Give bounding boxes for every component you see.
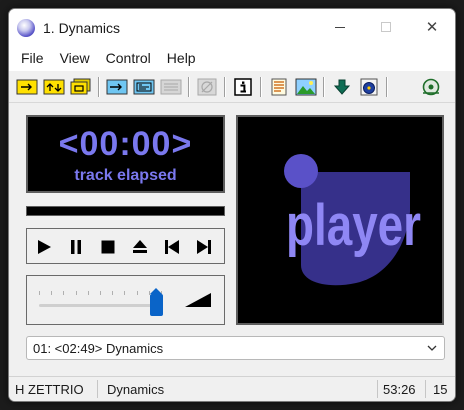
volume-tick: [39, 291, 40, 295]
track-select-value: 01: <02:49> Dynamics: [33, 341, 164, 356]
transport-controls: [26, 228, 225, 264]
picture-icon: [295, 78, 317, 96]
status-divider: [425, 380, 426, 398]
toolbar-separator: [98, 77, 100, 97]
volume-panel: [26, 275, 225, 325]
toolbar: [9, 71, 455, 103]
visualization-button[interactable]: [195, 76, 219, 98]
toolbar-separator: [323, 77, 325, 97]
pause-icon: [71, 240, 81, 254]
cd-player-button[interactable]: [357, 76, 381, 98]
main-window: 1. Dynamics ✕ File View Control Help <00…: [8, 8, 456, 402]
open-folder-button[interactable]: [42, 76, 66, 98]
toolbar-separator: [188, 77, 190, 97]
album-art: player: [236, 115, 444, 325]
menu-view[interactable]: View: [52, 50, 98, 66]
menu-help[interactable]: Help: [159, 50, 204, 66]
volume-slider-thumb[interactable]: [150, 288, 163, 316]
close-button[interactable]: ✕: [409, 9, 455, 45]
volume-tick: [88, 291, 89, 295]
open-file-button[interactable]: [15, 76, 39, 98]
window-title: 1. Dynamics: [43, 20, 121, 36]
info-button[interactable]: [231, 76, 255, 98]
open-playlist-icon: [70, 78, 91, 95]
menu-file[interactable]: File: [13, 50, 52, 66]
status-track-count: 15: [433, 382, 448, 397]
maximize-button[interactable]: [363, 9, 409, 45]
status-divider: [377, 380, 378, 398]
status-title: Dynamics: [107, 382, 165, 397]
mini-mode-icon: [106, 79, 128, 95]
volume-slider-track[interactable]: [39, 304, 161, 307]
volume-tick: [51, 291, 52, 295]
status-bar: H ZETTRIO Dynamics 53:26 15: [9, 376, 455, 401]
mini-mode-button[interactable]: [105, 76, 129, 98]
volume-tick: [124, 291, 125, 295]
open-folder-icon: [43, 79, 65, 95]
volume-tick: [137, 291, 138, 295]
open-playlist-button[interactable]: [69, 76, 93, 98]
stop-icon: [101, 240, 115, 254]
menu-control[interactable]: Control: [98, 50, 159, 66]
play-icon: [38, 240, 51, 254]
normal-mode-icon: [133, 79, 155, 95]
title-bar[interactable]: 1. Dynamics ✕: [9, 9, 455, 45]
settings-disc-icon: [422, 78, 440, 96]
visualization-icon: [197, 78, 217, 96]
picture-button[interactable]: [294, 76, 318, 98]
stop-button[interactable]: [97, 236, 119, 258]
volume-level-icon: [185, 293, 211, 307]
minimize-button[interactable]: [317, 9, 363, 45]
volume-tick: [100, 291, 101, 295]
download-icon: [333, 79, 351, 95]
playlist-button[interactable]: [267, 76, 291, 98]
download-button[interactable]: [330, 76, 354, 98]
full-mode-icon: [160, 79, 182, 95]
chevron-down-icon: [427, 345, 437, 351]
eject-button[interactable]: [129, 236, 151, 258]
normal-mode-button[interactable]: [132, 76, 156, 98]
volume-tick: [76, 291, 77, 295]
previous-track-icon: [165, 240, 179, 254]
app-icon: [17, 19, 35, 37]
playlist-icon: [271, 78, 287, 96]
previous-track-button[interactable]: [161, 236, 183, 258]
info-icon: [234, 78, 252, 96]
next-track-icon: [197, 240, 211, 254]
track-select[interactable]: 01: <02:49> Dynamics: [26, 336, 445, 360]
next-track-button[interactable]: [193, 236, 215, 258]
toolbar-separator: [260, 77, 262, 97]
toolbar-separator: [224, 77, 226, 97]
volume-tick: [63, 291, 64, 295]
elapsed-time: <00:00>: [58, 125, 193, 163]
time-mode-label: track elapsed: [74, 167, 177, 184]
iplayer-logo: player: [284, 154, 421, 286]
volume-tick: [112, 291, 113, 295]
status-duration: 53:26: [383, 382, 416, 397]
maximize-icon: [381, 22, 391, 32]
toolbar-separator: [386, 77, 388, 97]
pause-button[interactable]: [65, 236, 87, 258]
full-mode-button[interactable]: [159, 76, 183, 98]
logo-text: player: [286, 193, 421, 258]
seek-bar[interactable]: [26, 206, 225, 216]
play-button[interactable]: [33, 236, 55, 258]
cd-player-icon: [360, 78, 378, 96]
open-file-icon: [16, 79, 38, 95]
status-divider: [97, 380, 98, 398]
minimize-icon: [335, 26, 345, 28]
time-display[interactable]: <00:00> track elapsed: [26, 115, 225, 193]
status-artist: H ZETTRIO: [15, 382, 84, 397]
close-icon: ✕: [425, 19, 439, 36]
eject-icon: [133, 240, 147, 253]
settings-disc-button[interactable]: [419, 76, 443, 98]
menu-bar: File View Control Help: [9, 45, 455, 71]
